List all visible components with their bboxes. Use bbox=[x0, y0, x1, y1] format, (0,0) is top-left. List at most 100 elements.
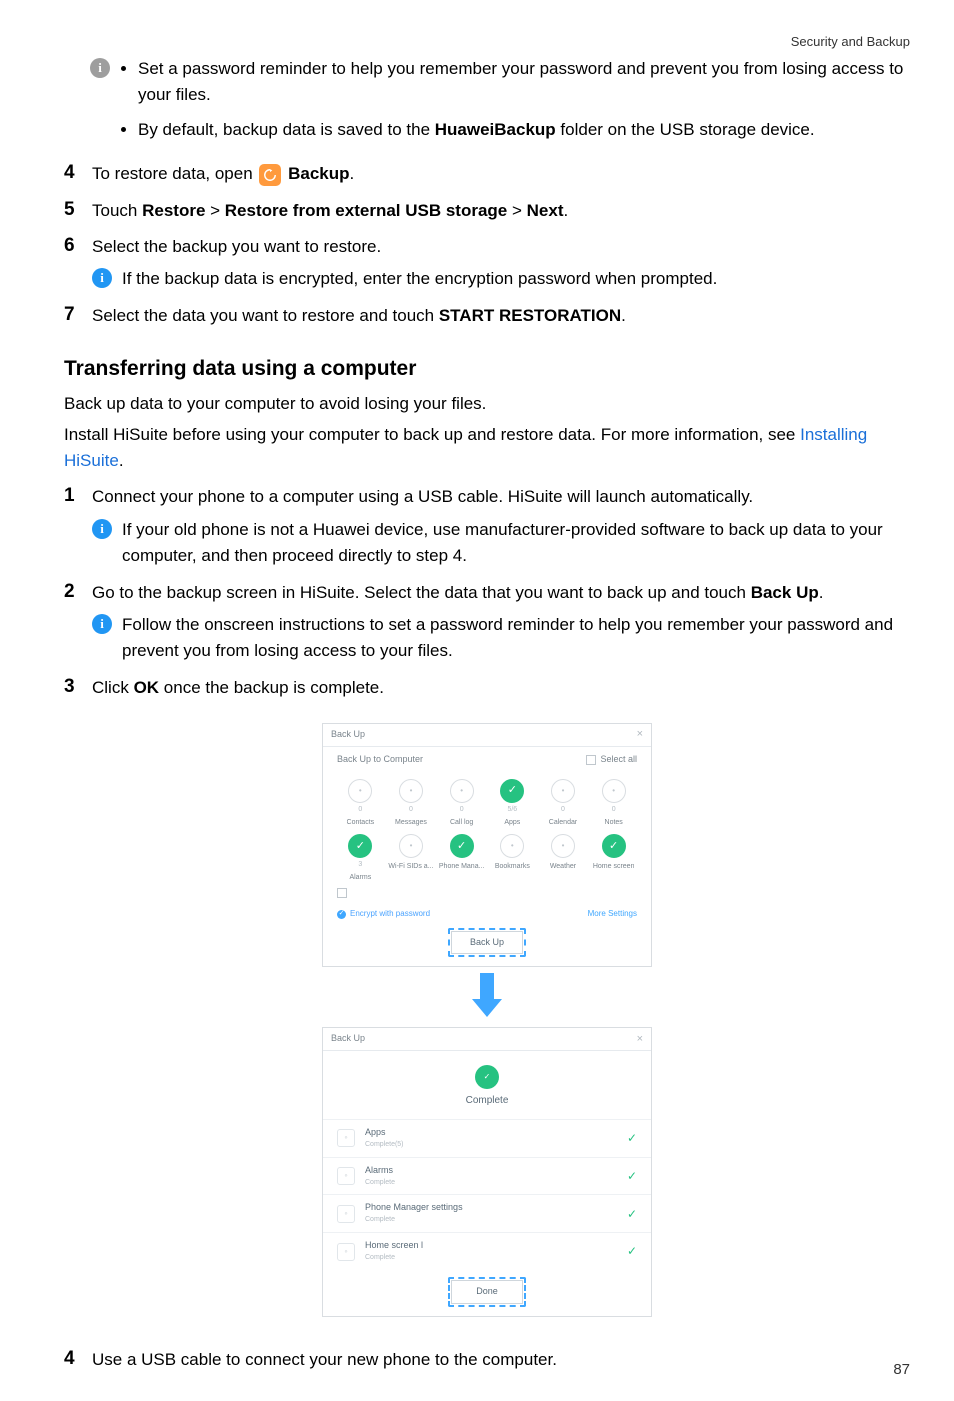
step-number: 6 bbox=[64, 234, 78, 259]
step-5: 5 Touch Restore > Restore from external … bbox=[64, 198, 910, 224]
backup-category-tile[interactable]: • Wi-Fi SIDs a... bbox=[386, 834, 437, 884]
info-icon: i bbox=[92, 614, 112, 634]
category-icon: • bbox=[399, 779, 423, 803]
check-icon: ✓ bbox=[627, 1167, 637, 1186]
result-row-icon: ◦ bbox=[337, 1205, 355, 1223]
flow-arrow-icon bbox=[322, 973, 652, 1017]
category-label: Phone Mana... bbox=[439, 862, 485, 873]
category-count: 5/6 bbox=[507, 805, 517, 816]
check-icon: ✓ bbox=[627, 1129, 637, 1148]
category-icon: • bbox=[551, 779, 575, 803]
category-count: 0 bbox=[460, 805, 464, 816]
backup-category-tile[interactable]: • 0 Messages bbox=[386, 779, 437, 829]
category-label: Messages bbox=[395, 818, 427, 829]
step-7: 7 Select the data you want to restore an… bbox=[64, 303, 910, 329]
check-icon bbox=[602, 834, 626, 858]
backup-result-row: ◦AlarmsComplete✓ bbox=[323, 1157, 651, 1195]
category-icon: • bbox=[551, 834, 575, 858]
step-b3: 3 Click OK once the backup is complete. bbox=[64, 675, 910, 701]
complete-label: Complete bbox=[466, 1093, 509, 1109]
category-label: Calendar bbox=[549, 818, 577, 829]
backup-category-tile[interactable]: 5/6 Apps bbox=[487, 779, 538, 829]
backup-result-row: ◦ Phone Manager settingsComplete ✓ bbox=[323, 1194, 651, 1232]
backup-result-row: ◦Home screen lComplete✓ bbox=[323, 1232, 651, 1270]
backup-app-icon bbox=[259, 164, 281, 186]
category-icon: • bbox=[399, 834, 423, 858]
result-row-title: Phone Manager settings bbox=[365, 1201, 617, 1215]
hisuite-complete-window: Back Up × ✓ Complete ◦AppsComplete(5)✓◦A… bbox=[322, 1027, 652, 1317]
step-number: 4 bbox=[64, 1347, 78, 1372]
info-icon: i bbox=[92, 268, 112, 288]
step-b2: 2 Go to the backup screen in HiSuite. Se… bbox=[64, 580, 910, 665]
section-intro: Back up data to your computer to avoid l… bbox=[64, 391, 910, 417]
info-note-top: i Set a password reminder to help you re… bbox=[90, 56, 910, 151]
category-count: 0 bbox=[561, 805, 565, 816]
window-subtitle: Back Up to Computer bbox=[337, 753, 423, 767]
category-icon: • bbox=[500, 834, 524, 858]
check-icon bbox=[450, 834, 474, 858]
check-icon bbox=[348, 834, 372, 858]
backup-category-tile[interactable]: • Weather bbox=[538, 834, 589, 884]
category-label: Weather bbox=[550, 862, 576, 873]
encrypt-toggle[interactable]: ✓ Encrypt with password bbox=[337, 908, 430, 920]
result-row-icon: ◦ bbox=[337, 1243, 355, 1261]
info-note: i If the backup data is encrypted, enter… bbox=[92, 266, 910, 292]
backup-category-tile[interactable]: Home screen bbox=[588, 834, 639, 884]
category-count: 3 bbox=[358, 860, 362, 871]
backup-category-tile[interactable]: • 0 Calendar bbox=[538, 779, 589, 829]
backup-category-tile[interactable]: • 0 Contacts bbox=[335, 779, 386, 829]
complete-check-icon: ✓ bbox=[475, 1065, 499, 1089]
category-icon: • bbox=[348, 779, 372, 803]
backup-category-tile[interactable]: • Bookmarks bbox=[487, 834, 538, 884]
result-row-title: Apps bbox=[365, 1126, 617, 1140]
category-label: Apps bbox=[504, 818, 520, 829]
running-header: Security and Backup bbox=[64, 32, 910, 52]
window-title: Back Up bbox=[331, 728, 365, 742]
result-row-subtitle: Complete(5) bbox=[365, 1140, 617, 1151]
step-number: 1 bbox=[64, 484, 78, 509]
info-icon: i bbox=[92, 519, 112, 539]
backup-category-tile[interactable]: 3 Alarms bbox=[335, 834, 386, 884]
close-icon[interactable]: × bbox=[637, 729, 643, 740]
section-heading: Transferring data using a computer bbox=[64, 353, 910, 386]
step-number: 4 bbox=[64, 161, 78, 186]
info-note: i Follow the onscreen instructions to se… bbox=[92, 612, 910, 665]
more-settings-link[interactable]: More Settings bbox=[588, 908, 637, 920]
result-row-subtitle: Complete bbox=[365, 1178, 617, 1189]
done-button[interactable]: Done bbox=[451, 1280, 523, 1304]
category-count: 0 bbox=[358, 805, 362, 816]
result-row-title: Home screen l bbox=[365, 1239, 617, 1253]
info-note: i If your old phone is not a Huawei devi… bbox=[92, 517, 910, 570]
step-number: 5 bbox=[64, 198, 78, 223]
check-icon: ✓ bbox=[627, 1205, 637, 1224]
result-row-subtitle: Complete bbox=[365, 1253, 617, 1264]
category-icon: • bbox=[450, 779, 474, 803]
step-number: 2 bbox=[64, 580, 78, 605]
category-label: Alarms bbox=[349, 873, 371, 884]
backup-category-tile[interactable]: •0Notes bbox=[588, 779, 639, 829]
category-count: 0 bbox=[409, 805, 413, 816]
category-label: Home screen bbox=[593, 862, 635, 873]
category-label: Contacts bbox=[347, 818, 375, 829]
backup-category-tile[interactable]: • 0 Call log bbox=[436, 779, 487, 829]
step-b1: 1 Connect your phone to a computer using… bbox=[64, 484, 910, 569]
select-all-checkbox[interactable]: Select all bbox=[586, 753, 637, 767]
result-row-subtitle: Complete bbox=[365, 1215, 617, 1226]
info-bullet: By default, backup data is saved to the … bbox=[138, 117, 910, 143]
category-label: Notes bbox=[605, 818, 623, 829]
result-row-icon: ◦ bbox=[337, 1129, 355, 1147]
category-count: 0 bbox=[612, 805, 616, 816]
backup-category-tile[interactable]: Phone Mana... bbox=[436, 834, 487, 884]
backup-button[interactable]: Back Up bbox=[451, 931, 523, 955]
close-icon[interactable]: × bbox=[637, 1034, 643, 1045]
window-title: Back Up bbox=[331, 1032, 365, 1046]
category-label: Bookmarks bbox=[495, 862, 530, 873]
backup-result-row: ◦ AppsComplete(5) ✓ bbox=[323, 1119, 651, 1157]
info-bullet: Set a password reminder to help you reme… bbox=[138, 56, 910, 109]
info-icon: i bbox=[90, 58, 110, 78]
category-label: Wi-Fi SIDs a... bbox=[388, 862, 433, 873]
category-label: Call log bbox=[450, 818, 473, 829]
blocklisted-checkbox[interactable] bbox=[337, 888, 347, 898]
hisuite-figure: Back Up × Back Up to Computer Select all… bbox=[322, 723, 652, 1317]
step-6: 6 Select the backup you want to restore.… bbox=[64, 234, 910, 293]
